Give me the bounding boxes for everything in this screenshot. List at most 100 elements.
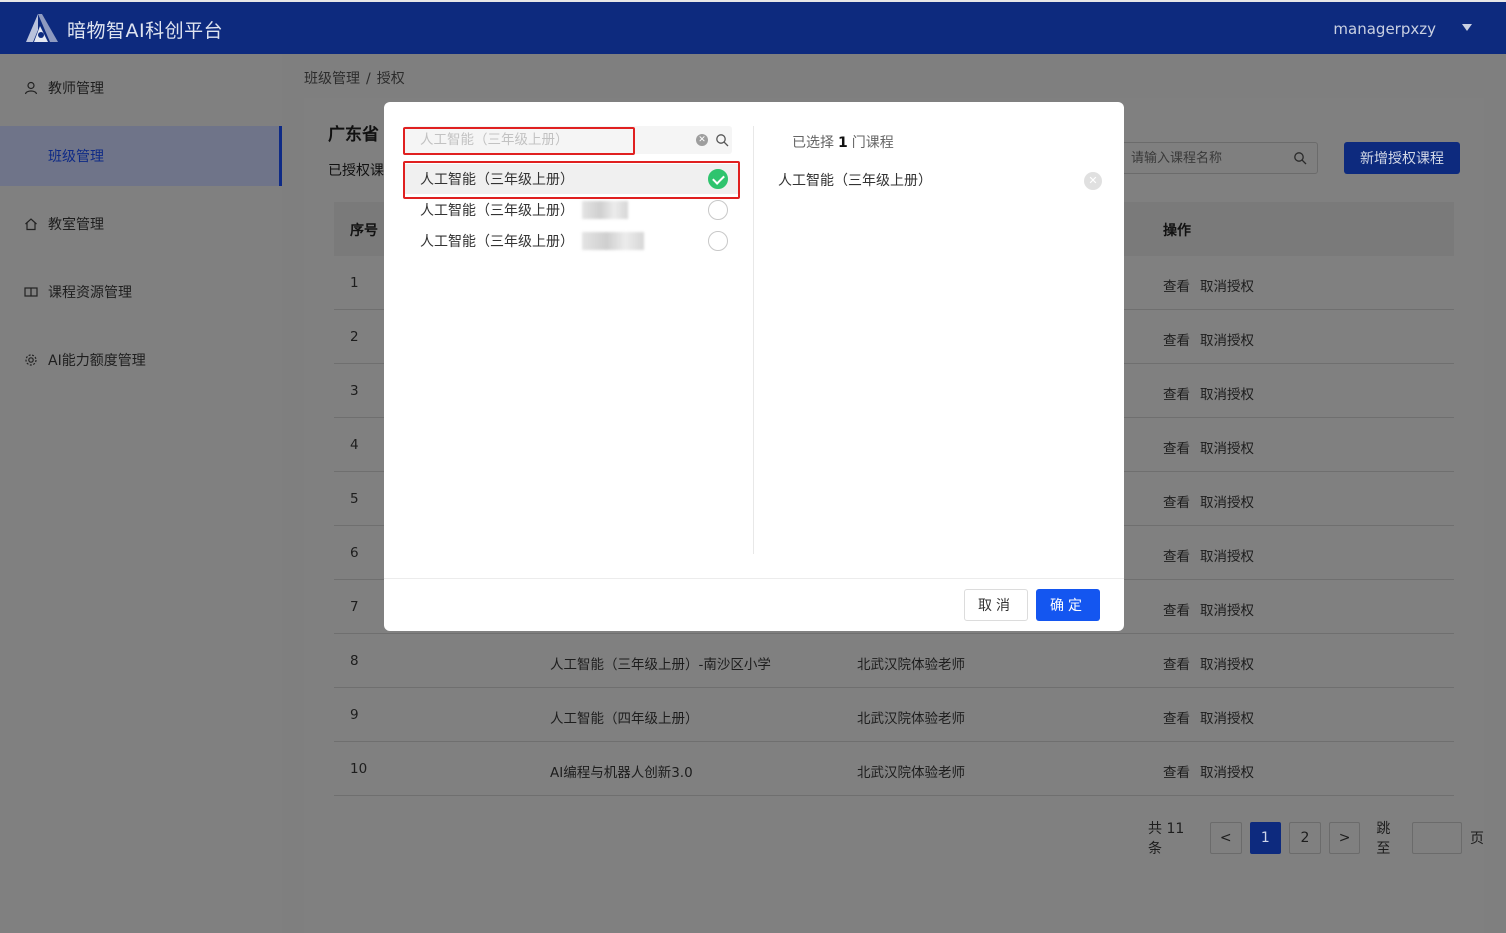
table-row: 10 AI编程与机器人创新3.0 北武汉院体验老师 查看 取消授权 [334, 742, 1454, 796]
modal-footer: 取消 确定 [384, 578, 1124, 631]
pagination: 共 11 条 < 1 2 > 跳至 页 [1148, 821, 1484, 857]
sidebar-item-ai-quota[interactable]: AI能力额度管理 [0, 330, 282, 390]
breadcrumb-parent[interactable]: 班级管理 [304, 71, 360, 87]
row-actions: 查看 取消授权 [1163, 275, 1254, 295]
page-title: 广东省 [328, 125, 379, 145]
sidebar-item-classrooms[interactable]: 教室管理 [0, 194, 282, 254]
revoke-link[interactable]: 取消授权 [1200, 711, 1254, 727]
revoke-link[interactable]: 取消授权 [1200, 549, 1254, 565]
revoke-link[interactable]: 取消授权 [1200, 387, 1254, 403]
radio-icon[interactable] [708, 231, 728, 251]
row-index: 5 [350, 491, 359, 507]
sidebar-item-classes[interactable]: 班级管理 [0, 126, 282, 186]
course-option-label: 人工智能（三年级上册） [420, 234, 574, 250]
row-actions: 查看 取消授权 [1163, 707, 1254, 727]
revoke-link[interactable]: 取消授权 [1200, 603, 1254, 619]
row-index: 10 [350, 761, 368, 777]
total-count: 共 11 条 [1148, 821, 1185, 857]
view-link[interactable]: 查看 [1163, 765, 1190, 781]
row-actions: 查看 取消授权 [1163, 383, 1254, 403]
page-button-1[interactable]: 1 [1249, 822, 1282, 854]
search-icon[interactable] [1293, 151, 1307, 165]
row-index: 1 [350, 275, 359, 291]
top-header: 暗物智AI科创平台 managerpxzy [0, 0, 1506, 54]
course-select-modal: ✕ 人工智能（三年级上册） 人工智能（三年级上册） 人工智能（三年级上册） 已选… [384, 102, 1124, 631]
add-authorized-course-button[interactable]: 新增授权课程 [1344, 142, 1460, 174]
view-link[interactable]: 查看 [1163, 441, 1190, 457]
redacted-text [582, 232, 644, 250]
radio-icon[interactable] [708, 200, 728, 220]
table-row: 8 人工智能（三年级上册）-南沙区小学 北武汉院体验老师 查看 取消授权 [334, 634, 1454, 688]
selected-summary: 已选择 1 门课程 [792, 132, 894, 152]
selected-course: 人工智能（三年级上册） [778, 173, 932, 189]
selected-prefix: 已选择 [792, 135, 834, 151]
course-option[interactable]: 人工智能（三年级上册） [404, 164, 738, 194]
page-suffix: 页 [1469, 831, 1484, 847]
breadcrumb-current: 授权 [376, 71, 405, 87]
modal-search-box: ✕ [404, 126, 732, 154]
row-actions: 查看 取消授权 [1163, 653, 1254, 673]
row-actions: 查看 取消授权 [1163, 599, 1254, 619]
row-actions: 查看 取消授权 [1163, 329, 1254, 349]
breadcrumb-separator: / [366, 71, 371, 87]
view-link[interactable]: 查看 [1163, 603, 1190, 619]
revoke-link[interactable]: 取消授权 [1200, 495, 1254, 511]
selected-count: 1 [838, 135, 848, 151]
page-button-2[interactable]: 2 [1289, 822, 1321, 854]
sidebar-item-label: 教师管理 [48, 81, 104, 97]
clear-search-icon[interactable]: ✕ [696, 134, 708, 146]
row-index: 6 [350, 545, 359, 561]
course-option[interactable]: 人工智能（三年级上册） [404, 195, 738, 225]
redacted-text [582, 201, 628, 219]
course-search-box [1120, 142, 1318, 174]
course-search-input[interactable] [1121, 143, 1281, 173]
row-course-name: 人工智能（四年级上册） [550, 711, 699, 727]
course-option-label: 人工智能（三年级上册） [420, 203, 574, 219]
revoke-link[interactable]: 取消授权 [1200, 333, 1254, 349]
view-link[interactable]: 查看 [1163, 657, 1190, 673]
view-link[interactable]: 查看 [1163, 333, 1190, 349]
revoke-link[interactable]: 取消授权 [1200, 279, 1254, 295]
view-link[interactable]: 查看 [1163, 549, 1190, 565]
caret-down-icon[interactable] [1462, 24, 1472, 31]
search-icon[interactable] [715, 133, 729, 147]
course-option-pane: ✕ 人工智能（三年级上册） 人工智能（三年级上册） 人工智能（三年级上册） [384, 102, 754, 578]
confirm-button[interactable]: 确定 [1036, 589, 1100, 621]
sidebar-item-teachers[interactable]: 教师管理 [0, 58, 282, 118]
cancel-button[interactable]: 取消 [964, 589, 1028, 621]
row-teacher: 北武汉院体验老师 [857, 765, 965, 781]
remove-selected-icon[interactable]: ✕ [1084, 172, 1102, 190]
app-title: 暗物智AI科创平台 [67, 20, 224, 42]
revoke-link[interactable]: 取消授权 [1200, 657, 1254, 673]
jump-page-input[interactable] [1411, 822, 1462, 854]
row-actions: 查看 取消授权 [1163, 437, 1254, 457]
modal-divider [753, 126, 754, 554]
row-index: 7 [350, 599, 359, 615]
view-link[interactable]: 查看 [1163, 387, 1190, 403]
revoke-link[interactable]: 取消授权 [1200, 441, 1254, 457]
course-option-label: 人工智能（三年级上册） [420, 172, 574, 188]
gear-icon [25, 354, 37, 366]
view-link[interactable]: 查看 [1163, 279, 1190, 295]
sidebar-item-label: 教室管理 [48, 217, 104, 233]
check-icon[interactable] [708, 169, 728, 189]
user-menu[interactable]: managerpxzy [1333, 20, 1436, 38]
sidebar-item-label: AI能力额度管理 [48, 353, 146, 369]
next-page-button[interactable]: > [1328, 822, 1361, 854]
row-index: 4 [350, 437, 359, 453]
row-teacher: 北武汉院体验老师 [857, 711, 965, 727]
row-index: 8 [350, 653, 359, 669]
prev-page-button[interactable]: < [1209, 822, 1242, 854]
home-icon [25, 218, 37, 231]
revoke-link[interactable]: 取消授权 [1200, 765, 1254, 781]
course-option[interactable]: 人工智能（三年级上册） [404, 226, 738, 256]
book-icon [24, 287, 38, 297]
view-link[interactable]: 查看 [1163, 495, 1190, 511]
modal-search-input[interactable] [404, 126, 684, 154]
header-action: 操作 [1163, 223, 1191, 239]
sidebar-item-course-resources[interactable]: 课程资源管理 [0, 262, 282, 322]
view-link[interactable]: 查看 [1163, 711, 1190, 727]
row-course-name: 人工智能（三年级上册）-南沙区小学 [550, 657, 771, 673]
logo-icon [26, 14, 58, 42]
sidebar-item-label: 班级管理 [48, 149, 104, 165]
